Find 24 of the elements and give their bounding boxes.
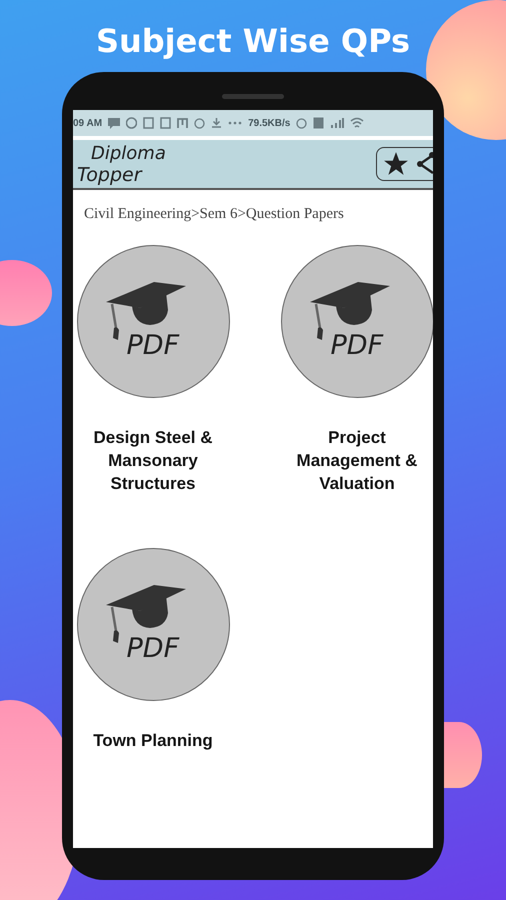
share-icon[interactable] xyxy=(417,151,433,177)
subject-title[interactable]: Town Planning xyxy=(78,729,228,752)
breadcrumb: Civil Engineering>Sem 6>Question Papers xyxy=(84,206,345,223)
status-time: 09 AM xyxy=(73,118,102,128)
logo-text: Topper xyxy=(77,164,144,186)
subject-title[interactable]: Project Management & Valuation xyxy=(282,426,432,495)
logo-text: Diploma xyxy=(91,142,166,164)
subject-title[interactable]: Design Steel & Mansonary Structures xyxy=(78,426,228,495)
message-icon xyxy=(108,117,120,129)
promo-title: Subject Wise QPs xyxy=(96,21,410,62)
wifi-icon xyxy=(350,117,364,129)
star-icon[interactable] xyxy=(383,151,409,177)
subject-icon-background[interactable]: PDF xyxy=(280,245,433,398)
alarm-icon xyxy=(194,117,206,129)
download-icon xyxy=(211,117,222,129)
pdf-label: PDF xyxy=(330,330,384,361)
cellular-signal-icon xyxy=(330,117,344,129)
subject-icon-background[interactable]: PDF xyxy=(76,548,230,701)
phone-speaker xyxy=(222,94,284,99)
network-speed: 79.5KB/s xyxy=(248,118,290,128)
alarm-icon xyxy=(296,117,308,129)
pdf-label: PDF xyxy=(126,330,180,361)
pdf-label: PDF xyxy=(126,633,180,664)
subject-icon-background[interactable]: PDF xyxy=(76,245,230,398)
